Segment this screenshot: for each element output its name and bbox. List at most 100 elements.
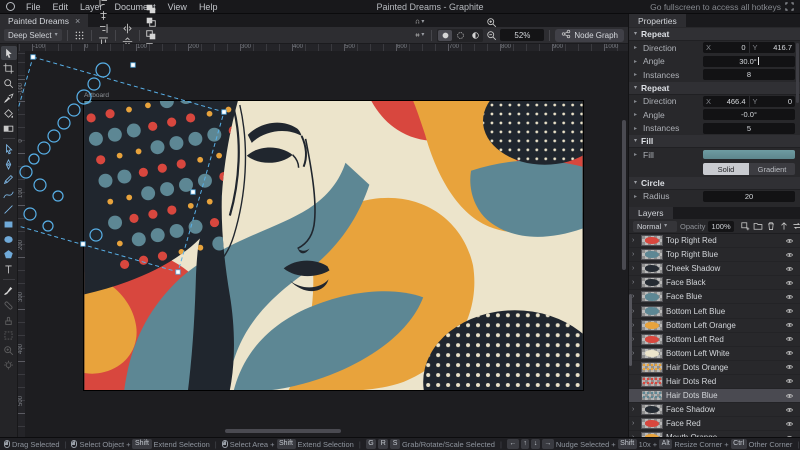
layer-visibility-eye-icon[interactable] bbox=[783, 363, 796, 371]
align-right-icon[interactable] bbox=[97, 22, 110, 35]
layer-expand-chevron[interactable]: › bbox=[632, 279, 638, 286]
layer-expand-chevron[interactable]: › bbox=[632, 336, 638, 343]
selection-handle[interactable] bbox=[131, 63, 135, 67]
boolean-union-icon[interactable] bbox=[145, 3, 158, 16]
reorder-layers-button[interactable] bbox=[792, 220, 800, 232]
solid-button[interactable]: Solid bbox=[703, 163, 749, 175]
instances-input-2[interactable]: 5 bbox=[703, 123, 795, 134]
view-outline-icon[interactable] bbox=[453, 30, 467, 41]
heal-tool[interactable] bbox=[1, 298, 17, 312]
layer-expand-chevron[interactable]: › bbox=[632, 420, 638, 427]
artwork[interactable] bbox=[84, 101, 583, 390]
tab-properties[interactable]: Properties bbox=[629, 14, 686, 27]
layer-expand-chevron[interactable]: › bbox=[632, 322, 638, 329]
layer-visibility-eye-icon[interactable] bbox=[783, 420, 796, 428]
graphite-logo-icon[interactable] bbox=[6, 2, 15, 11]
polygon-tool[interactable] bbox=[1, 247, 17, 261]
layer-visibility-eye-icon[interactable] bbox=[783, 293, 796, 301]
patch-tool[interactable] bbox=[1, 328, 17, 342]
tab-layers[interactable]: Layers bbox=[629, 207, 673, 219]
new-folder-button[interactable] bbox=[753, 220, 763, 232]
delete-layer-button[interactable] bbox=[766, 220, 776, 232]
section-header-circle[interactable]: ▾Circle bbox=[629, 177, 800, 190]
layer-row-bottom-left-orange[interactable]: ›Bottom Left Orange bbox=[629, 319, 800, 333]
layer-expand-chevron[interactable]: › bbox=[632, 308, 638, 315]
layer-visibility-eye-icon[interactable] bbox=[783, 251, 796, 259]
fill-color-swatch[interactable] bbox=[703, 150, 795, 159]
navigate-tool[interactable] bbox=[1, 76, 17, 90]
line-tool[interactable] bbox=[1, 202, 17, 216]
layer-visibility-eye-icon[interactable] bbox=[783, 265, 796, 273]
tool-mode-dropdown[interactable]: Deep Select▾ bbox=[4, 29, 62, 41]
layer-row-face-shadow[interactable]: ›Face Shadow bbox=[629, 403, 800, 417]
node-graph-button[interactable]: Node Graph bbox=[555, 29, 624, 42]
menu-view[interactable]: View bbox=[162, 0, 193, 13]
layer-expand-chevron[interactable]: › bbox=[632, 293, 638, 300]
text-tool[interactable] bbox=[1, 262, 17, 276]
layer-expand-chevron[interactable]: › bbox=[632, 265, 638, 272]
menu-help[interactable]: Help bbox=[193, 0, 224, 13]
chevron-right-icon[interactable]: ▸ bbox=[634, 44, 640, 51]
layer-visibility-eye-icon[interactable] bbox=[783, 335, 796, 343]
zoom-out-icon[interactable] bbox=[485, 29, 498, 42]
snapping-options-icon[interactable]: ▾ bbox=[413, 16, 426, 29]
layer-visibility-eye-icon[interactable] bbox=[783, 349, 796, 357]
fill-tool[interactable] bbox=[1, 106, 17, 120]
canvas-horizontal-scrollbar[interactable] bbox=[225, 429, 341, 433]
raise-layer-button[interactable] bbox=[779, 220, 789, 232]
canvas-vertical-scrollbar[interactable] bbox=[622, 120, 626, 270]
artboard-tool[interactable] bbox=[1, 61, 17, 75]
chevron-right-icon[interactable]: ▸ bbox=[634, 98, 640, 105]
chevron-right-icon[interactable]: ▸ bbox=[634, 151, 640, 158]
layer-row-top-right-red[interactable]: ›Top Right Red bbox=[629, 234, 800, 248]
artboard[interactable] bbox=[84, 101, 583, 390]
radius-input[interactable]: 20 bbox=[703, 191, 795, 202]
ellipse-tool[interactable] bbox=[1, 232, 17, 246]
view-normal-icon[interactable] bbox=[438, 30, 452, 41]
layer-row-cheek-shadow[interactable]: ›Cheek Shadow bbox=[629, 262, 800, 276]
align-left-icon[interactable] bbox=[97, 0, 110, 9]
layer-row-hair-dots-orange[interactable]: Hair Dots Orange bbox=[629, 361, 800, 375]
view-split-icon[interactable] bbox=[468, 30, 482, 41]
instances-input-1[interactable]: 8 bbox=[703, 69, 795, 80]
gradient-button[interactable]: Gradient bbox=[749, 163, 795, 175]
eyedropper-tool[interactable] bbox=[1, 91, 17, 105]
direction-xy-input-1[interactable]: X0 Y416.7 bbox=[703, 42, 795, 53]
layer-row-hair-dots-red[interactable]: Hair Dots Red bbox=[629, 375, 800, 389]
chevron-right-icon[interactable]: ▸ bbox=[634, 71, 640, 78]
layer-visibility-eye-icon[interactable] bbox=[783, 406, 796, 414]
blend-mode-dropdown[interactable]: Normal▾ bbox=[633, 221, 677, 232]
boolean-subtract-back-icon[interactable] bbox=[145, 29, 158, 42]
layer-row-face-red[interactable]: ›Face Red bbox=[629, 417, 800, 431]
relight-tool[interactable] bbox=[1, 358, 17, 372]
section-header-repeat-1[interactable]: ▾Repeat bbox=[629, 28, 800, 41]
section-header-repeat-2[interactable]: ▾Repeat bbox=[629, 82, 800, 95]
brush-tool[interactable] bbox=[1, 283, 17, 297]
chevron-right-icon[interactable]: ▸ bbox=[634, 58, 640, 65]
canvas[interactable]: -10001002003004005006007008009001000 -10… bbox=[18, 44, 628, 437]
spline-tool[interactable] bbox=[1, 187, 17, 201]
layer-expand-chevron[interactable]: › bbox=[632, 251, 638, 258]
rectangle-tool[interactable] bbox=[1, 217, 17, 231]
pivot-grid-icon[interactable] bbox=[73, 29, 86, 42]
layer-row-bottom-left-white[interactable]: ›Bottom Left White bbox=[629, 347, 800, 361]
align-center-h-icon[interactable] bbox=[97, 9, 110, 22]
flip-horizontal-icon[interactable] bbox=[121, 22, 134, 35]
layer-row-top-right-blue[interactable]: ›Top Right Blue bbox=[629, 248, 800, 262]
fullscreen-icon[interactable] bbox=[785, 2, 794, 11]
layer-row-face-black[interactable]: ›Face Black bbox=[629, 276, 800, 290]
chevron-right-icon[interactable]: ▸ bbox=[634, 111, 640, 118]
path-tool[interactable] bbox=[1, 142, 17, 156]
layer-row-hair-dots-blue[interactable]: Hair Dots Blue bbox=[629, 389, 800, 403]
select-tool[interactable] bbox=[1, 46, 17, 60]
angle-input-2[interactable]: -0.0° bbox=[703, 109, 795, 120]
layer-row-bottom-left-red[interactable]: ›Bottom Left Red bbox=[629, 333, 800, 347]
layers-scrollbar[interactable] bbox=[629, 294, 632, 366]
freehand-tool[interactable] bbox=[1, 172, 17, 186]
layer-visibility-eye-icon[interactable] bbox=[783, 237, 796, 245]
menu-edit[interactable]: Edit bbox=[47, 0, 75, 13]
layer-visibility-eye-icon[interactable] bbox=[783, 321, 796, 329]
layer-expand-chevron[interactable]: › bbox=[632, 406, 638, 413]
menu-file[interactable]: File bbox=[20, 0, 47, 13]
grid-options-icon[interactable]: ▾ bbox=[413, 29, 426, 42]
